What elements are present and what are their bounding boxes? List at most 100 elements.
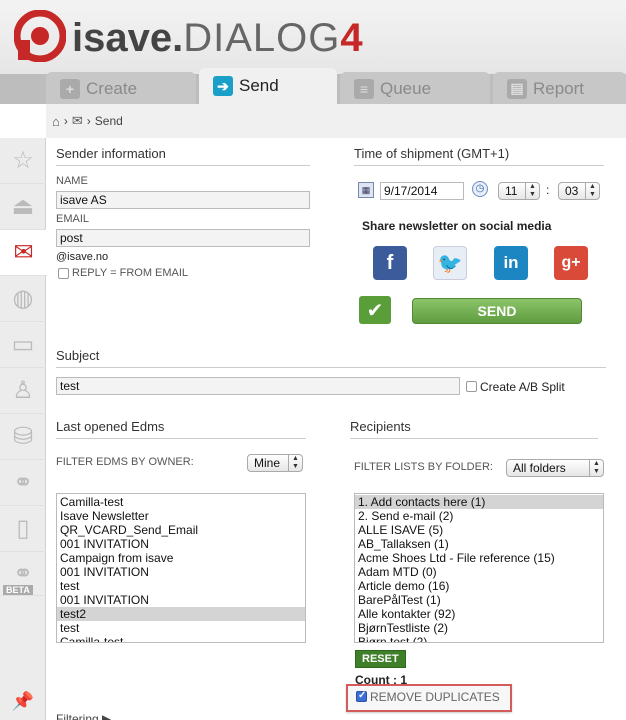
recipients-section-title: Recipients (350, 419, 598, 439)
name-label: NAME (56, 175, 88, 187)
pin-icon[interactable]: 📌 (0, 678, 46, 720)
tab-create[interactable]: + Create (46, 72, 196, 105)
recipients-folder-select[interactable]: All folders ▲ ▼ (506, 459, 604, 477)
report-icon: ▤ (507, 78, 527, 99)
edm-list-item[interactable]: Isave Newsletter (57, 509, 305, 523)
stepper-arrows-icon: ▲ ▼ (585, 183, 599, 199)
sender-section-title: Sender information (56, 146, 310, 166)
sidebar: ☆ ⏏ ✉ ◍ ▭ ♙ ⛁ ⚭ ▯ ⚭ BETA 📌 (0, 138, 47, 720)
edm-list-item[interactable]: Camilla-test (57, 635, 305, 642)
breadcrumb-current: Send (94, 114, 123, 128)
recipient-list-item[interactable]: BarePålTest (1) (355, 593, 603, 607)
recipient-list-item[interactable]: AB_Tallaksen (1) (355, 537, 603, 551)
recipient-list-item[interactable]: ALLE ISAVE (5) (355, 523, 603, 537)
share-network-icon[interactable]: ⚭ (0, 460, 46, 506)
hour-value: 11 (505, 184, 518, 198)
send-button[interactable]: SEND (412, 298, 582, 324)
edms-owner-select[interactable]: Mine ▲ ▼ (247, 454, 303, 472)
email-field[interactable]: post (56, 229, 310, 247)
tab-report-label: Report (533, 78, 585, 98)
stepper-arrows-icon: ▲ ▼ (525, 183, 539, 199)
isave-logo-icon (14, 10, 66, 62)
edm-list-item[interactable]: 001 INVITATION (57, 537, 305, 551)
plus-icon: + (60, 78, 80, 99)
recipient-list-item[interactable]: Acme Shoes Ltd - File reference (15) (355, 551, 603, 565)
minute-select[interactable]: 03 ▲ ▼ (558, 182, 600, 200)
ab-split-checkbox[interactable] (466, 381, 477, 392)
twitter-icon[interactable]: 🐦 (433, 246, 467, 280)
star-icon[interactable]: ☆ (0, 138, 46, 184)
app-title: isave.DIALOG4 (72, 16, 363, 60)
tab-queue[interactable]: ≡ Queue (340, 72, 490, 105)
recipients-list[interactable]: 1. Add contacts here (1) 2. Send e-mail (… (354, 493, 604, 643)
recipient-list-item[interactable]: Bjørn test (2) (355, 635, 603, 642)
home-icon[interactable]: ⌂ (52, 114, 60, 129)
recipient-list-item[interactable]: BjørnTestliste (2) (355, 621, 603, 635)
edms-filter-label: FILTER EDMS BY OWNER: (56, 456, 194, 468)
email-label: EMAIL (56, 213, 90, 225)
database-icon[interactable]: ⛁ (0, 414, 46, 460)
mail-icon[interactable]: ✉ (72, 113, 83, 129)
edm-list-item[interactable]: 001 INVITATION (57, 565, 305, 579)
arrow-right-icon: ➔ (213, 76, 233, 96)
recipient-list-item[interactable]: Adam MTD (0) (355, 565, 603, 579)
phone-icon[interactable]: ▯ (0, 506, 46, 552)
mail-icon[interactable]: ✉ (0, 230, 47, 276)
remove-duplicates-checkbox[interactable] (356, 690, 367, 702)
app-header: isave.DIALOG4 (0, 0, 626, 74)
beta-share-network-icon[interactable]: ⚭ BETA (0, 552, 46, 596)
breadcrumb: ⌂ › ✉ › Send (46, 104, 626, 138)
recipients-folder-value: All folders (513, 461, 566, 475)
recipient-list-item[interactable]: Article demo (16) (355, 579, 603, 593)
folder-icon[interactable]: ▭ (0, 322, 46, 368)
edm-list-item[interactable]: test (57, 621, 305, 635)
time-colon: : (546, 183, 550, 197)
stepper-arrows-icon: ▲ ▼ (288, 455, 302, 471)
user-icon[interactable]: ♙ (0, 368, 46, 414)
reply-from-email-label: REPLY = FROM EMAIL (72, 267, 189, 279)
inbox-tray-icon[interactable]: ⏏ (0, 184, 46, 230)
ab-split-label: Create A/B Split (480, 380, 565, 394)
reset-button[interactable]: RESET (355, 650, 406, 668)
filtering-toggle[interactable]: Filtering ▶ (56, 712, 111, 720)
tab-send[interactable]: ➔ Send (199, 68, 337, 104)
tab-create-label: Create (86, 78, 138, 98)
date-field[interactable]: 9/17/2014 (380, 182, 464, 200)
recipient-list-item[interactable]: 1. Add contacts here (1) (355, 495, 603, 509)
linkedin-icon[interactable]: in (494, 246, 528, 280)
google-plus-icon[interactable]: g+ (554, 246, 588, 280)
edm-list-item[interactable]: 001 INVITATION (57, 593, 305, 607)
email-domain: @isave.no (56, 251, 109, 263)
edm-list-item[interactable]: QR_VCARD_Send_Email (57, 523, 305, 537)
facebook-icon[interactable]: f (373, 246, 407, 280)
queue-icon: ≡ (354, 78, 374, 99)
edms-section-title: Last opened Edms (56, 419, 306, 439)
name-field[interactable]: isave AS (56, 191, 310, 209)
hour-select[interactable]: 11 ▲ ▼ (498, 182, 540, 200)
edm-list-item[interactable]: test (57, 579, 305, 593)
shipment-section-title: Time of shipment (GMT+1) (354, 146, 604, 166)
minute-value: 03 (565, 184, 579, 198)
remove-duplicates-label: REMOVE DUPLICATES (370, 690, 500, 704)
social-title: Share newsletter on social media (362, 219, 552, 233)
beta-badge: BETA (3, 585, 33, 595)
subject-field[interactable]: test (56, 377, 460, 395)
tab-queue-label: Queue (380, 78, 432, 98)
globe-icon[interactable]: ◍ (0, 276, 46, 322)
breadcrumb-separator: › (63, 114, 68, 128)
calendar-icon[interactable]: ▦ (358, 182, 374, 198)
stepper-arrows-icon: ▲ ▼ (589, 460, 603, 476)
recipient-list-item[interactable]: Alle kontakter (92) (355, 607, 603, 621)
subject-section-title: Subject (56, 348, 606, 368)
reply-from-email-checkbox[interactable] (58, 268, 69, 279)
breadcrumb-separator: › (86, 114, 91, 128)
clock-icon: ◷ (472, 181, 488, 197)
edms-list[interactable]: Camilla-test Isave Newsletter QR_VCARD_Sen… (56, 493, 306, 643)
edm-list-item[interactable]: Camilla-test (57, 495, 305, 509)
confirm-check-button[interactable]: ✔ (359, 296, 391, 324)
edms-owner-value: Mine (254, 456, 281, 470)
recipient-list-item[interactable]: 2. Send e-mail (2) (355, 509, 603, 523)
tab-report[interactable]: ▤ Report (493, 72, 626, 105)
edm-list-item[interactable]: test2 (57, 607, 305, 621)
edm-list-item[interactable]: Campaign from isave (57, 551, 305, 565)
